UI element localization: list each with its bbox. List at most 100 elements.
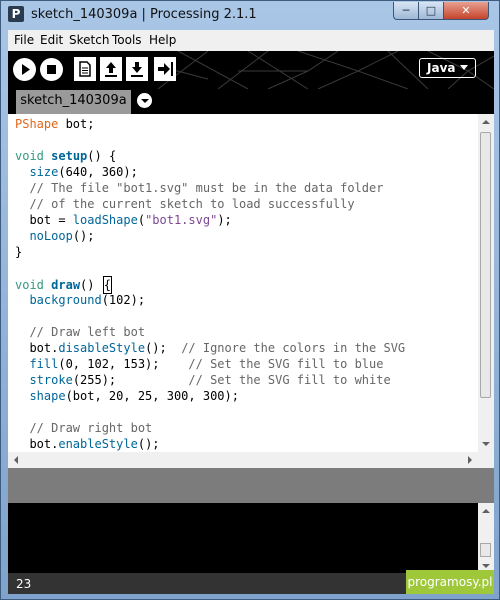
- menu-sketch[interactable]: Sketch: [69, 33, 109, 47]
- code-token: bot;: [58, 117, 95, 131]
- new-button[interactable]: [74, 57, 96, 81]
- toolbar: Java: [8, 51, 494, 89]
- code-token: (0, 102, 153);: [58, 357, 189, 371]
- code-line[interactable]: bot.disableStyle(); // Ignore the colors…: [15, 340, 405, 356]
- run-button[interactable]: [13, 58, 36, 81]
- code-token: enableStyle: [58, 437, 138, 451]
- code-token: "bot1.svg": [145, 213, 218, 227]
- code-editor[interactable]: PShape bot; void setup() { size(640, 360)…: [8, 114, 478, 452]
- menu-bar: File Edit Sketch Tools Help: [8, 30, 494, 51]
- scroll-up-icon[interactable]: [478, 114, 494, 130]
- code-token: noLoop: [29, 229, 73, 243]
- code-line[interactable]: bot.enableStyle();: [15, 436, 405, 452]
- tab-menu-icon[interactable]: [137, 93, 152, 108]
- processing-app-icon: P: [8, 6, 24, 22]
- code-token: bot.: [15, 341, 59, 355]
- run-icon: [22, 64, 30, 75]
- window-title: sketch_140309a | Processing 2.1.1: [31, 7, 257, 22]
- scroll-left-icon[interactable]: [8, 452, 24, 468]
- code-line[interactable]: shape(bot, 20, 25, 300, 300);: [15, 388, 405, 404]
- code-line[interactable]: [15, 308, 405, 324]
- console-area[interactable]: [8, 503, 478, 573]
- code-token: // Ignore the colors in the SVG: [181, 341, 406, 355]
- code-token: // Draw left bot: [15, 325, 146, 339]
- code-line[interactable]: fill(0, 102, 153); // Set the SVG fill t…: [15, 356, 405, 372]
- tab-sketch[interactable]: sketch_140309a: [16, 90, 131, 114]
- code-token: bot =: [15, 213, 73, 227]
- menu-file[interactable]: File: [14, 33, 34, 47]
- chevron-down-icon: [460, 65, 468, 70]
- code-token: stroke: [29, 373, 73, 387]
- code-line[interactable]: void setup() {: [15, 148, 405, 164]
- export-button[interactable]: [154, 57, 176, 81]
- code-token: (bot, 20, 25, 300, 300);: [65, 389, 239, 403]
- code-line[interactable]: PShape bot;: [15, 116, 405, 132]
- code-line[interactable]: // of the current sketch to load success…: [15, 196, 405, 212]
- mode-dropdown[interactable]: Java: [419, 58, 476, 78]
- title-bar[interactable]: P sketch_140309a | Processing 2.1.1 ─ □ …: [1, 1, 500, 29]
- code-token: // Draw right bot: [15, 421, 153, 435]
- code-line[interactable]: [15, 132, 405, 148]
- window-frame: P sketch_140309a | Processing 2.1.1 ─ □ …: [0, 0, 500, 600]
- code-text[interactable]: PShape bot; void setup() { size(640, 360)…: [15, 116, 405, 452]
- code-line[interactable]: void draw() {: [15, 276, 405, 294]
- code-token: shape: [29, 389, 66, 403]
- code-line[interactable]: }: [15, 244, 405, 260]
- code-token: // Set the SVG fill to white: [188, 373, 391, 387]
- code-token: size: [29, 165, 59, 179]
- mode-label: Java: [427, 61, 456, 75]
- code-token: draw: [51, 278, 81, 292]
- code-line[interactable]: size(640, 360);: [15, 164, 405, 180]
- open-button[interactable]: [100, 57, 122, 81]
- code-token: // of the current sketch to load success…: [15, 197, 355, 211]
- new-icon: [79, 61, 91, 77]
- export-icon: [158, 62, 173, 76]
- code-token: (640, 360);: [58, 165, 138, 179]
- code-token: PShape: [15, 117, 59, 131]
- code-line[interactable]: [15, 260, 405, 276]
- code-token: (: [137, 213, 146, 227]
- code-line[interactable]: // Draw right bot: [15, 420, 405, 436]
- code-token: }: [15, 245, 23, 259]
- menu-edit[interactable]: Edit: [40, 33, 63, 47]
- editor-horizontal-scrollbar[interactable]: [8, 452, 494, 468]
- code-token: background: [29, 293, 102, 307]
- save-icon: [131, 62, 143, 77]
- console-scroll-up-icon[interactable]: [478, 504, 494, 518]
- console-scroll-thumb[interactable]: [480, 543, 491, 557]
- line-number: 23: [16, 577, 32, 591]
- console-scrollbar[interactable]: [478, 503, 494, 573]
- code-token: void: [15, 278, 44, 292]
- code-token: ();: [72, 229, 95, 243]
- code-line[interactable]: // The file "bot1.svg" must be in the da…: [15, 180, 405, 196]
- code-token: void: [15, 149, 44, 163]
- code-token: );: [217, 213, 232, 227]
- code-line[interactable]: background(102);: [15, 292, 405, 308]
- editor-vertical-scrollbar[interactable]: [478, 114, 494, 452]
- menu-help[interactable]: Help: [149, 33, 176, 47]
- code-line[interactable]: bot = loadShape("bot1.svg");: [15, 212, 405, 228]
- maximize-button[interactable]: □: [418, 2, 444, 20]
- code-token: bot.: [15, 437, 59, 451]
- close-button[interactable]: ✕: [443, 2, 489, 20]
- menu-tools[interactable]: Tools: [112, 33, 142, 47]
- code-token: // Set the SVG fill to blue: [188, 357, 384, 371]
- open-icon: [105, 62, 117, 77]
- save-button[interactable]: [126, 57, 148, 81]
- code-line[interactable]: stroke(255); // Set the SVG fill to whit…: [15, 372, 405, 388]
- code-line[interactable]: // Draw left bot: [15, 324, 405, 340]
- scroll-down-icon[interactable]: [478, 436, 494, 452]
- code-line[interactable]: noLoop();: [15, 228, 405, 244]
- stop-button[interactable]: [40, 58, 63, 81]
- minimize-button[interactable]: ─: [393, 2, 419, 20]
- editor-scroll-thumb[interactable]: [480, 132, 491, 398]
- code-line[interactable]: [15, 404, 405, 420]
- scroll-right-icon[interactable]: [462, 452, 478, 468]
- code-token: (255);: [72, 373, 189, 387]
- code-token: fill: [29, 357, 59, 371]
